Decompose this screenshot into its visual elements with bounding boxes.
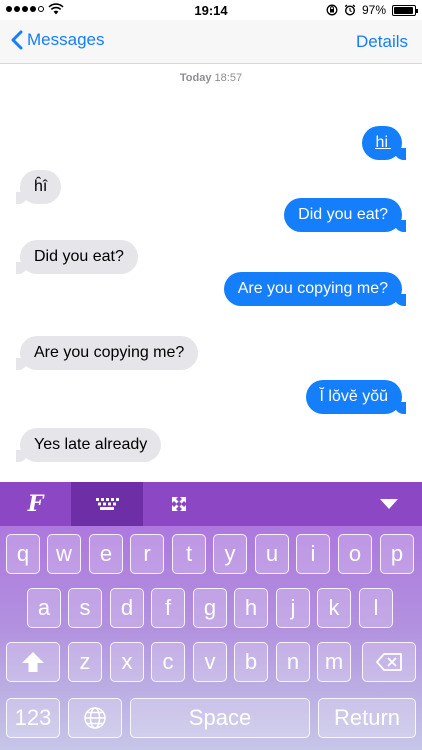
- key-i[interactable]: i: [296, 534, 330, 574]
- globe-key[interactable]: [68, 698, 122, 738]
- keyboard-icon: [96, 498, 119, 510]
- font-style-icon: F: [27, 491, 44, 517]
- back-button[interactable]: Messages: [10, 30, 104, 50]
- key-l[interactable]: l: [359, 588, 393, 628]
- key-g[interactable]: g: [193, 588, 227, 628]
- key-e[interactable]: e: [89, 534, 123, 574]
- key-z[interactable]: z: [68, 642, 102, 682]
- expand-button[interactable]: [143, 482, 215, 526]
- delete-backspace-icon: [376, 653, 402, 671]
- key-o[interactable]: o: [338, 534, 372, 574]
- battery-percentage: 97%: [361, 3, 386, 17]
- font-style-button[interactable]: F: [0, 482, 71, 526]
- return-key[interactable]: Return: [318, 698, 416, 738]
- space-key[interactable]: Space: [130, 698, 310, 738]
- conversation-timestamp: Today 18:57: [0, 72, 422, 84]
- key-p[interactable]: p: [380, 534, 414, 574]
- message-bubble-incoming[interactable]: ĥî: [15, 170, 62, 204]
- navigation-bar: Messages Details: [0, 20, 422, 64]
- timestamp-time: 18:57: [214, 72, 243, 84]
- dismiss-keyboard-button[interactable]: [356, 482, 422, 526]
- key-v[interactable]: v: [193, 642, 227, 682]
- numbers-key[interactable]: 123: [6, 698, 60, 738]
- key-a[interactable]: a: [27, 588, 61, 628]
- key-c[interactable]: c: [151, 642, 185, 682]
- key-x[interactable]: x: [110, 642, 144, 682]
- alarm-icon: [344, 4, 356, 16]
- key-k[interactable]: k: [317, 588, 351, 628]
- keyboard: q w e r t y u i o p a s d f g h j k l z …: [0, 526, 422, 750]
- delete-key[interactable]: [362, 642, 416, 682]
- message-bubble-outgoing[interactable]: Did you eat?: [284, 198, 406, 232]
- key-r[interactable]: r: [130, 534, 164, 574]
- key-d[interactable]: d: [110, 588, 144, 628]
- key-w[interactable]: w: [47, 534, 81, 574]
- orientation-lock-icon: [326, 4, 338, 16]
- keyboard-toolbar: F: [0, 482, 422, 526]
- shift-key[interactable]: [6, 642, 60, 682]
- message-bubble-incoming[interactable]: Did you eat?: [16, 240, 138, 274]
- keyboard-button[interactable]: [71, 482, 143, 526]
- timestamp-day: Today: [179, 72, 212, 84]
- key-q[interactable]: q: [6, 534, 40, 574]
- triangle-down-icon: [380, 499, 398, 509]
- key-j[interactable]: j: [276, 588, 310, 628]
- key-h[interactable]: h: [234, 588, 268, 628]
- status-bar: 19:14 97%: [0, 0, 422, 20]
- message-bubble-outgoing[interactable]: Are you copying me?: [223, 272, 407, 306]
- message-bubble-outgoing[interactable]: Ĭ lŏvĕ yŏŭ: [305, 380, 407, 414]
- message-bubble-incoming[interactable]: Yes late already: [15, 428, 162, 462]
- globe-icon: [84, 707, 106, 729]
- key-t[interactable]: t: [172, 534, 206, 574]
- key-n[interactable]: n: [276, 642, 310, 682]
- shift-arrow-icon: [22, 652, 44, 672]
- battery-icon: [392, 4, 418, 16]
- expand-arrows-icon: [172, 497, 186, 511]
- back-button-label: Messages: [27, 30, 105, 49]
- key-u[interactable]: u: [255, 534, 289, 574]
- key-b[interactable]: b: [234, 642, 268, 682]
- message-bubble-incoming[interactable]: Are you copying me?: [15, 336, 199, 370]
- details-button[interactable]: Details: [356, 32, 408, 52]
- key-f[interactable]: f: [151, 588, 185, 628]
- message-bubble-outgoing[interactable]: h̲i̲: [361, 126, 407, 160]
- chevron-left-icon: [11, 30, 23, 50]
- key-y[interactable]: y: [213, 534, 247, 574]
- key-m[interactable]: m: [317, 642, 351, 682]
- key-s[interactable]: s: [68, 588, 102, 628]
